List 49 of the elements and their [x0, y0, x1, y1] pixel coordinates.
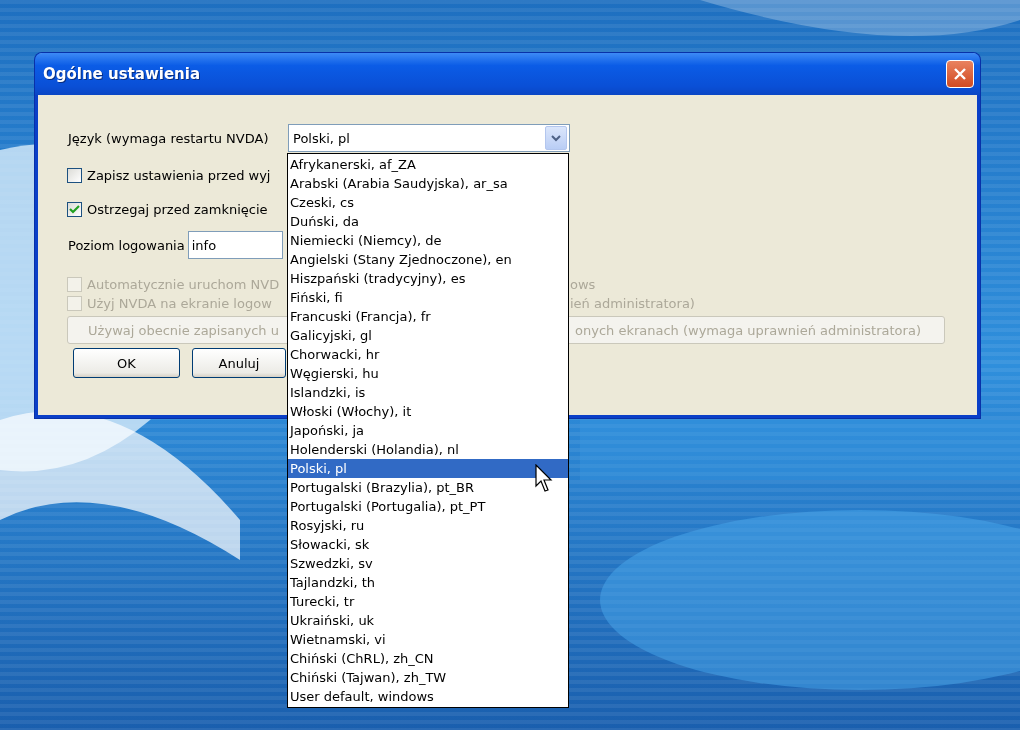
chevron-down-icon	[551, 134, 561, 142]
language-option[interactable]: Węgierski, hu	[288, 364, 568, 383]
language-dropdown[interactable]: Polski, pl	[288, 124, 570, 152]
language-option[interactable]: Arabski (Arabia Saudyjska), ar_sa	[288, 174, 568, 193]
language-option[interactable]: Włoski (Włochy), it	[288, 402, 568, 421]
close-button[interactable]	[946, 60, 974, 88]
language-option[interactable]: Duński, da	[288, 212, 568, 231]
checkbox[interactable]	[67, 167, 82, 183]
ok-button[interactable]: OK	[73, 348, 180, 378]
logging-label: Poziom logowania	[68, 237, 185, 253]
language-option[interactable]: Ukraiński, uk	[288, 611, 568, 630]
language-option[interactable]: Polski, pl	[288, 459, 568, 478]
language-option[interactable]: Chiński (Tajwan), zh_TW	[288, 668, 568, 687]
dropdown-arrow-button[interactable]	[545, 126, 567, 150]
language-option[interactable]: Chorwacki, hr	[288, 345, 568, 364]
checkbox-label: ows	[570, 277, 596, 292]
language-option[interactable]: Turecki, tr	[288, 592, 568, 611]
checkbox[interactable]	[67, 201, 82, 217]
language-option[interactable]: Afrykanerski, af_ZA	[288, 155, 568, 174]
cancel-button[interactable]: Anuluj	[192, 348, 286, 378]
logging-level-field[interactable]: info	[187, 231, 283, 259]
language-option[interactable]: Holenderski (Holandia), nl	[288, 440, 568, 459]
language-option[interactable]: Słowacki, sk	[288, 535, 568, 554]
checkbox-label: Ostrzegaj przed zamknięcie	[87, 201, 268, 217]
checkbox-label: ień administratora)	[570, 296, 695, 311]
language-option[interactable]: Portugalski (Portugalia), pt_PT	[288, 497, 568, 516]
language-option[interactable]: Japoński, ja	[288, 421, 568, 440]
checkbox-label: Zapisz ustawienia przed wyj	[87, 167, 271, 183]
language-label: Język (wymaga restartu NVDA)	[68, 130, 269, 146]
language-option[interactable]: Francuski (Francja), fr	[288, 307, 568, 326]
language-option[interactable]: User default, windows	[288, 687, 568, 706]
language-option[interactable]: Fiński, fi	[288, 288, 568, 307]
language-option[interactable]: Wietnamski, vi	[288, 630, 568, 649]
language-option[interactable]: Angielski (Stany Zjednoczone), en	[288, 250, 568, 269]
language-option[interactable]: Hiszpański (tradycyjny), es	[288, 269, 568, 288]
language-option[interactable]: Islandzki, is	[288, 383, 568, 402]
window-title: Ogólne ustawienia	[43, 65, 201, 83]
language-option[interactable]: Rosyjski, ru	[288, 516, 568, 535]
mouse-pointer-icon	[535, 464, 555, 494]
language-option[interactable]: Szwedzki, sv	[288, 554, 568, 573]
language-option[interactable]: Niemiecki (Niemcy), de	[288, 231, 568, 250]
language-option[interactable]: Tajlandzki, th	[288, 573, 568, 592]
language-option[interactable]: Chiński (ChRL), zh_CN	[288, 649, 568, 668]
language-option[interactable]: Galicyjski, gl	[288, 326, 568, 345]
language-option[interactable]: Czeski, cs	[288, 193, 568, 212]
close-icon	[953, 67, 967, 81]
language-option[interactable]: Portugalski (Brazylia), pt_BR	[288, 478, 568, 497]
checkbox-label: Użyj NVDA na ekranie logow	[87, 296, 272, 311]
checkbox-label: Automatycznie uruchom NVD	[87, 277, 280, 292]
